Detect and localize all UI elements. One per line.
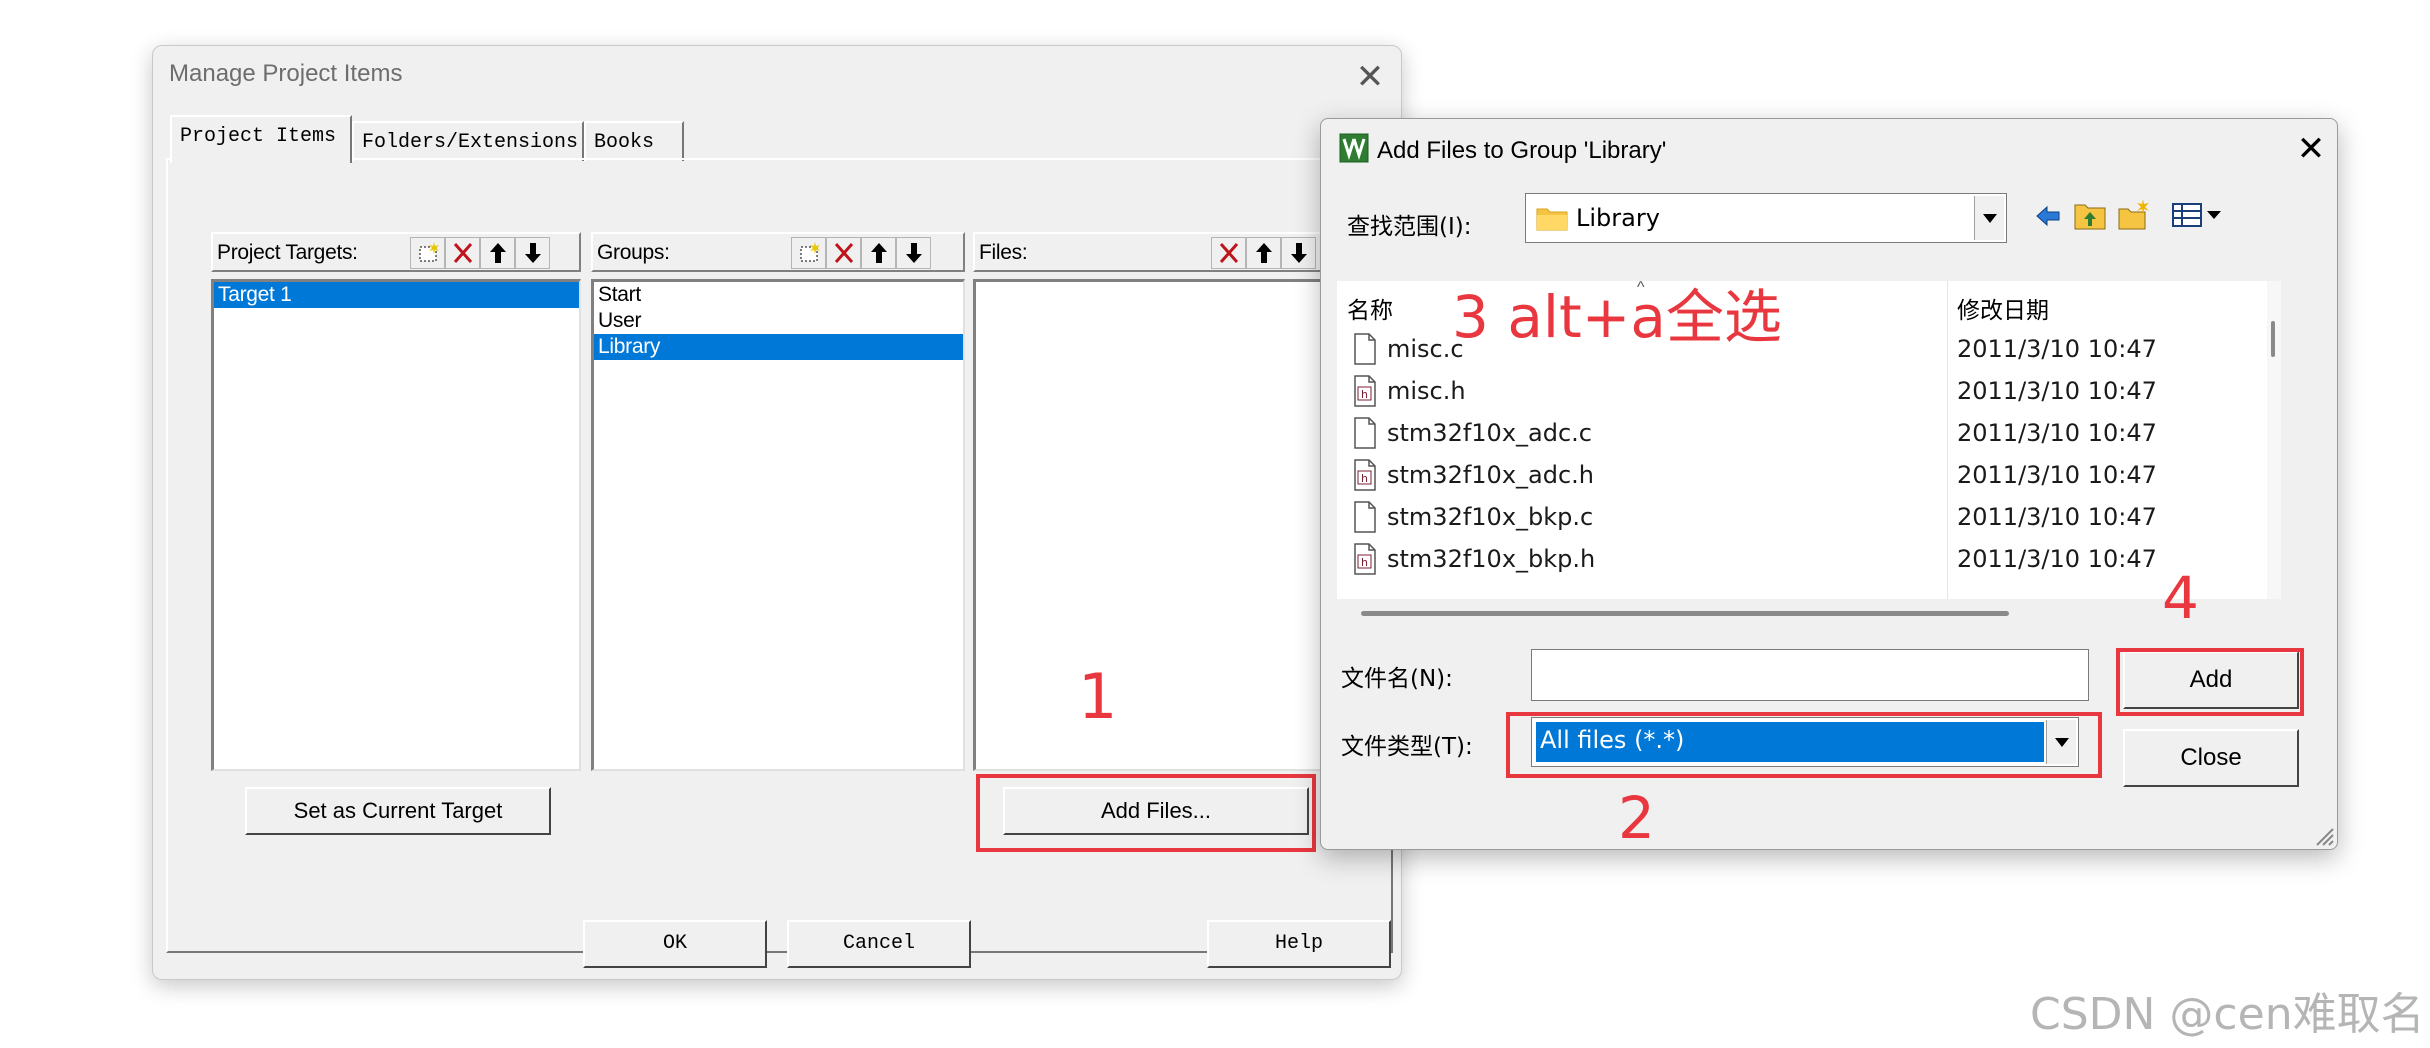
- ok-button[interactable]: OK: [583, 920, 767, 968]
- new-target-icon[interactable]: [410, 237, 445, 269]
- h-file-icon: h: [1354, 459, 1376, 491]
- files-header: Files:: [973, 232, 1353, 272]
- vertical-scrollbar[interactable]: [2267, 281, 2281, 599]
- delete-icon[interactable]: [826, 237, 861, 269]
- keil-app-icon: [1339, 133, 1369, 163]
- close-button[interactable]: Close: [2123, 729, 2299, 787]
- delete-icon[interactable]: [445, 237, 480, 269]
- new-folder-icon[interactable]: [2117, 197, 2151, 231]
- list-item[interactable]: Start: [594, 282, 963, 308]
- filetype-label: 文件类型(T):: [1341, 734, 1473, 760]
- horizontal-scrollbar[interactable]: [1361, 611, 2009, 616]
- back-icon[interactable]: [2033, 201, 2063, 231]
- file-date: 2011/3/10 10:47: [1957, 545, 2157, 573]
- highlight-filetype: [1506, 712, 2102, 778]
- look-in-value: Library: [1576, 204, 1660, 232]
- close-icon[interactable]: ✕: [2289, 127, 2333, 171]
- move-down-icon[interactable]: [515, 237, 550, 269]
- close-icon[interactable]: ✕: [1347, 54, 1393, 100]
- scroll-thumb[interactable]: [2271, 321, 2275, 357]
- new-group-icon[interactable]: [791, 237, 826, 269]
- column-header-modified[interactable]: 修改日期: [1957, 291, 2049, 325]
- svg-text:h: h: [1361, 388, 1368, 401]
- look-in-label: 查找范围(I):: [1347, 214, 1472, 240]
- dialog-title: Manage Project Items: [169, 60, 403, 87]
- h-file-icon: h: [1354, 543, 1376, 575]
- move-down-icon[interactable]: [1281, 237, 1316, 269]
- file-name: stm32f10x_bkp.h: [1387, 545, 1596, 573]
- svg-text:h: h: [1361, 556, 1368, 569]
- look-in-combo[interactable]: Library: [1525, 193, 2007, 243]
- targets-header-label: Project Targets:: [217, 241, 358, 264]
- annotation-step-4: 4: [2162, 564, 2199, 632]
- tab-project-items[interactable]: Project Items: [170, 115, 352, 163]
- h-file-icon: h: [1354, 375, 1376, 407]
- tab-books[interactable]: Books: [584, 121, 684, 161]
- file-name: stm32f10x_adc.c: [1387, 419, 1592, 447]
- file-row[interactable]: h stm32f10x_bkp.h 2011/3/10 10:47: [1337, 539, 2267, 581]
- targets-header: Project Targets:: [211, 232, 581, 272]
- annotation-step-3: 3 alt+a全选: [1452, 283, 1782, 351]
- resize-grip-icon[interactable]: [2311, 823, 2335, 847]
- filename-input[interactable]: [1531, 649, 2089, 701]
- c-file-icon: [1354, 501, 1376, 533]
- file-name: misc.h: [1387, 377, 1466, 405]
- files-header-label: Files:: [979, 241, 1028, 264]
- chevron-down-icon[interactable]: [1974, 196, 2004, 240]
- file-date: 2011/3/10 10:47: [1957, 461, 2157, 489]
- c-file-icon: [1354, 333, 1376, 365]
- view-menu-icon[interactable]: [2171, 201, 2227, 229]
- column-header-name[interactable]: 名称: [1347, 291, 1393, 325]
- file-date: 2011/3/10 10:47: [1957, 377, 2157, 405]
- up-folder-icon[interactable]: [2073, 199, 2107, 231]
- file-date: 2011/3/10 10:47: [1957, 503, 2157, 531]
- folder-icon: [1536, 208, 1568, 231]
- groups-list[interactable]: Start User Library: [591, 279, 965, 771]
- targets-list[interactable]: Target 1: [211, 279, 581, 771]
- watermark: CSDN @cen难取名: [2030, 989, 2425, 1040]
- set-current-target-button[interactable]: Set as Current Target: [245, 787, 551, 835]
- highlight-add-files: [976, 774, 1316, 852]
- svg-text:h: h: [1361, 472, 1368, 485]
- tab-folders-extensions[interactable]: Folders/Extensions: [352, 121, 584, 161]
- help-button[interactable]: Help: [1207, 920, 1391, 968]
- annotation-step-1: 1: [1078, 660, 1118, 733]
- groups-header: Groups:: [591, 232, 965, 272]
- move-up-icon[interactable]: [861, 237, 896, 269]
- file-row[interactable]: stm32f10x_adc.c 2011/3/10 10:47: [1337, 413, 2267, 455]
- cancel-button[interactable]: Cancel: [787, 920, 971, 968]
- groups-header-label: Groups:: [597, 241, 670, 264]
- c-file-icon: [1354, 417, 1376, 449]
- files-list[interactable]: [973, 279, 1353, 771]
- move-up-icon[interactable]: [480, 237, 515, 269]
- move-up-icon[interactable]: [1246, 237, 1281, 269]
- dialog-title: Add Files to Group 'Library': [1377, 137, 1667, 164]
- file-name: stm32f10x_bkp.c: [1387, 503, 1594, 531]
- file-row[interactable]: stm32f10x_bkp.c 2011/3/10 10:47: [1337, 497, 2267, 539]
- highlight-add-button: [2116, 648, 2304, 716]
- list-item[interactable]: Target 1: [214, 282, 579, 308]
- list-item[interactable]: Library: [594, 334, 963, 360]
- file-date: 2011/3/10 10:47: [1957, 335, 2157, 363]
- list-item[interactable]: User: [594, 308, 963, 334]
- file-row[interactable]: h misc.h 2011/3/10 10:47: [1337, 371, 2267, 413]
- file-name: stm32f10x_adc.h: [1387, 461, 1594, 489]
- delete-icon[interactable]: [1211, 237, 1246, 269]
- annotation-step-2: 2: [1618, 784, 1655, 852]
- filename-label: 文件名(N):: [1341, 666, 1453, 692]
- file-row[interactable]: h stm32f10x_adc.h 2011/3/10 10:47: [1337, 455, 2267, 497]
- file-date: 2011/3/10 10:47: [1957, 419, 2157, 447]
- move-down-icon[interactable]: [896, 237, 931, 269]
